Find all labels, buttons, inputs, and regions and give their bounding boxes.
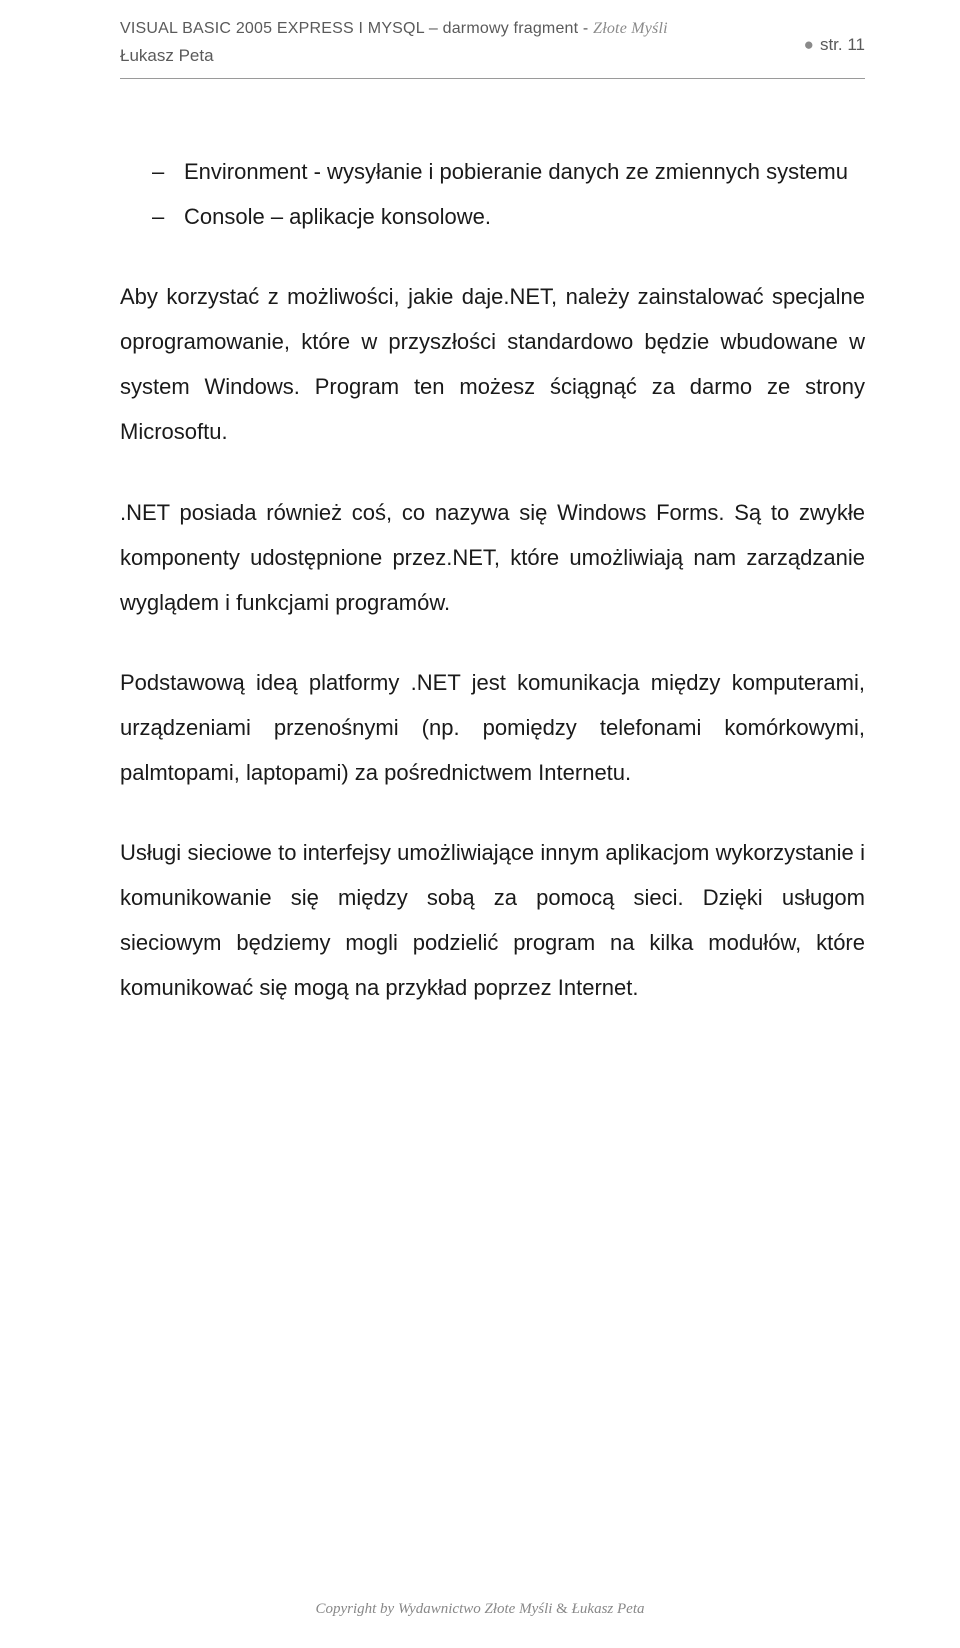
header-divider [120,78,865,79]
body-content: Environment - wysyłanie i pobieranie dan… [120,149,865,1011]
document-title: VISUAL BASIC 2005 EXPRESS I MYSQL – darm… [120,20,865,38]
document-author: Łukasz Peta [120,46,865,66]
bullet-icon: ● [804,35,814,54]
list-item-text: Console – aplikacje konsolowe. [184,204,491,229]
paragraph: Podstawową ideą platformy .NET jest komu… [120,660,865,795]
page-number: ● str. 11 [804,35,865,55]
document-title-light: Złote Myśli [593,20,668,37]
paragraph: .NET posiada również coś, co nazywa się … [120,490,865,625]
list-item: Environment - wysyłanie i pobieranie dan… [152,149,865,194]
footer: Copyright by Wydawnictwo Złote Myśli & Ł… [0,1601,960,1618]
paragraph: Aby korzystać z możliwości, jakie daje.N… [120,274,865,454]
list-item-text: Environment - wysyłanie i pobieranie dan… [184,159,848,184]
footer-amp: & [556,1601,568,1617]
footer-suffix: Łukasz Peta [568,1601,645,1617]
document-title-main: VISUAL BASIC 2005 EXPRESS I MYSQL – darm… [120,20,593,37]
footer-prefix: Copyright by [315,1601,398,1617]
paragraph: Usługi sieciowe to interfejsy umożliwiaj… [120,830,865,1010]
page-number-text: str. 11 [820,35,865,54]
page-container: VISUAL BASIC 2005 EXPRESS I MYSQL – darm… [0,0,960,1011]
footer-main: Wydawnictwo Złote Myśli [398,1601,556,1617]
list-item: Console – aplikacje konsolowe. [152,194,865,239]
bullet-list: Environment - wysyłanie i pobieranie dan… [120,149,865,239]
